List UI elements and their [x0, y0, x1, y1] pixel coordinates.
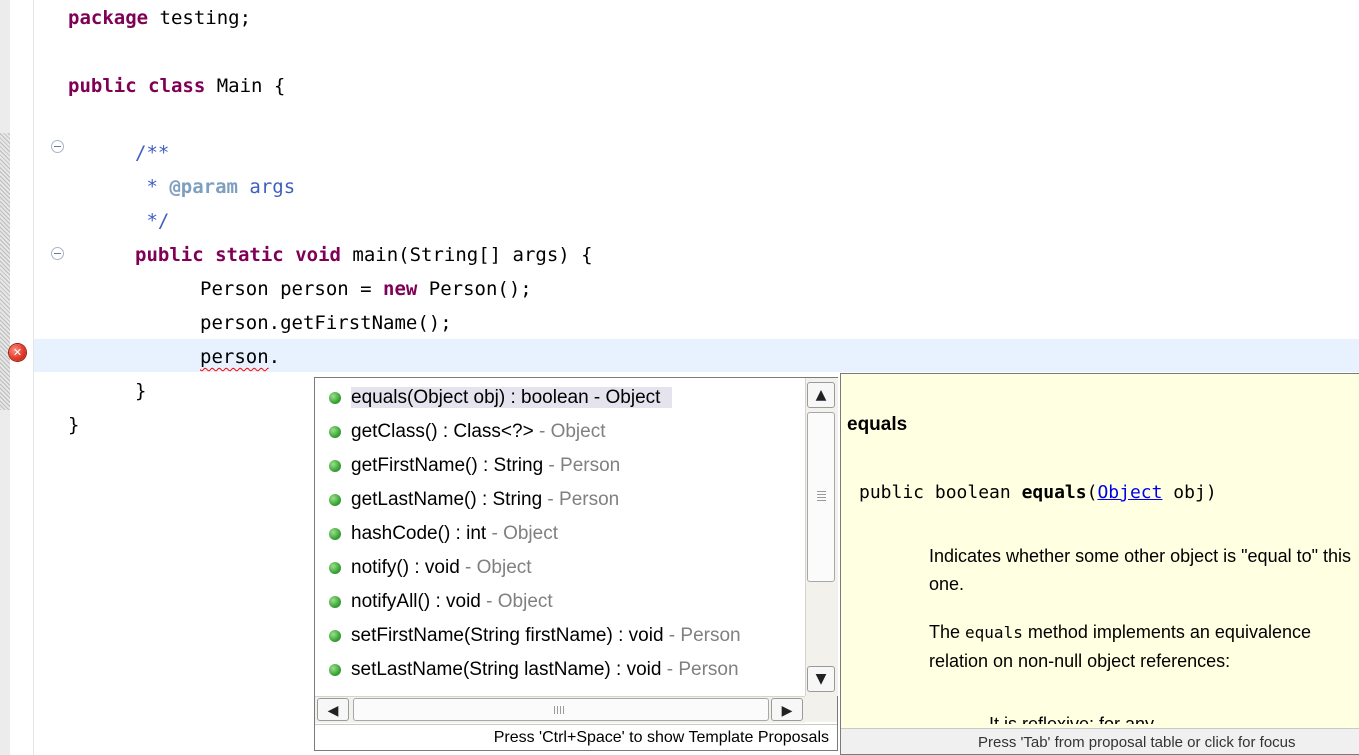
vertical-scroll-thumb[interactable]	[807, 412, 835, 582]
doc-code: equals	[965, 623, 1023, 642]
content-assist-popup: equals(Object obj) : boolean - Object ge…	[314, 377, 838, 751]
code-text: main(String[] args) {	[340, 244, 593, 266]
gutter-separator	[33, 0, 34, 755]
code-line-person-new[interactable]: Person person = new Person();	[200, 278, 532, 302]
thumb-grip	[817, 491, 826, 501]
proposal-label: notifyAll() : void	[351, 591, 481, 612]
code-text: testing;	[148, 7, 252, 29]
proposal-item-getfirstname[interactable]: getFirstName() : String - Person	[329, 451, 799, 481]
code-line-comment[interactable]: * @param args	[135, 176, 295, 200]
vertical-scrollbar[interactable]: ▲ ▼	[805, 378, 838, 696]
code-text: .	[268, 346, 281, 368]
comment-text: args	[237, 176, 296, 198]
keyword: public	[68, 75, 137, 97]
scroll-left-button[interactable]: ◀	[317, 698, 349, 721]
javadoc-popup[interactable]: equals public boolean equals(Object obj)…	[840, 373, 1359, 755]
doc-text: The	[929, 622, 966, 642]
proposal-label: getFirstName() : String	[351, 455, 544, 476]
code-line-close-brace[interactable]: }	[135, 380, 146, 404]
code-line-class[interactable]: public class Main {	[68, 75, 285, 99]
proposal-item-notify[interactable]: notify() : void - Object	[329, 553, 799, 583]
proposal-item-equals[interactable]: equals(Object obj) : boolean - Object	[329, 383, 799, 413]
doc-paragraph: Indicates whether some other object is "…	[929, 546, 1352, 594]
doc-signature: public boolean equals(Object obj)	[859, 482, 1217, 503]
error-underlined-text: person	[200, 346, 269, 368]
proposal-item-setfirstname[interactable]: setFirstName(String firstName) : void - …	[329, 621, 799, 651]
public-method-icon	[329, 562, 341, 574]
object-type-link[interactable]: Object	[1097, 482, 1162, 503]
proposal-label: getClass() : Class<?>	[351, 421, 534, 442]
scroll-down-button[interactable]: ▼	[807, 666, 835, 692]
keyword: void	[295, 244, 341, 266]
proposal-owner: - Object	[486, 523, 558, 544]
proposal-owner: - Object	[459, 557, 532, 578]
scrollbar-corner	[805, 696, 837, 722]
keyword: new	[383, 278, 418, 300]
code-text: Main {	[205, 75, 286, 97]
doc-title: equals	[847, 414, 908, 435]
error-x-icon[interactable]: ✕	[9, 344, 26, 361]
proposal-label: setLastName(String lastName) : void	[351, 659, 662, 680]
public-method-icon	[329, 460, 341, 472]
proposal-label: getLastName() : String	[351, 489, 543, 510]
doc-paragraph: The equals method implements an equivale…	[929, 618, 1359, 675]
signature-text: obj)	[1162, 482, 1217, 503]
code-line-main[interactable]: public static void main(String[] args) {	[135, 244, 593, 268]
proposal-label: notify() : void	[351, 557, 460, 578]
keyword: package	[68, 7, 149, 29]
horizontal-scrollbar[interactable]: ◀ ▶	[315, 696, 805, 723]
proposal-item-getlastname[interactable]: getLastName() : String - Person	[329, 485, 799, 515]
proposal-owner: - Object	[533, 421, 606, 442]
proposal-item-hashcode[interactable]: hashCode() : int - Object	[329, 519, 799, 549]
code-line-current[interactable]: person.	[200, 346, 280, 370]
scroll-up-button[interactable]: ▲	[807, 382, 835, 408]
public-method-icon	[329, 596, 341, 608]
proposal-owner: - Person	[663, 625, 741, 646]
fold-collapse-icon[interactable]	[51, 140, 64, 153]
overview-ruler[interactable]	[0, 0, 10, 755]
signature-method-name: equals	[1021, 482, 1087, 503]
code-line-getfirstname[interactable]: person.getFirstName();	[200, 312, 452, 336]
proposal-owner: - Object	[480, 591, 553, 612]
public-method-icon	[329, 494, 341, 506]
proposal-owner: - Person	[661, 659, 739, 680]
proposal-owner: - Person	[543, 455, 621, 476]
proposal-list[interactable]: equals(Object obj) : boolean - Object ge…	[315, 378, 805, 696]
code-line-comment[interactable]: */	[135, 210, 169, 234]
public-method-icon	[329, 630, 341, 642]
code-text: Person();	[417, 278, 532, 300]
proposal-status-text: Press 'Ctrl+Space' to show Template Prop…	[315, 724, 837, 750]
public-method-icon	[329, 426, 341, 438]
proposal-label: equals(Object obj) : boolean - Object	[351, 387, 673, 408]
keyword: class	[148, 75, 206, 97]
code-text: Person person =	[200, 278, 384, 300]
proposal-owner: - Person	[542, 489, 620, 510]
thumb-grip	[554, 706, 564, 714]
public-method-icon	[329, 392, 341, 404]
javadoc-tag: @param	[169, 176, 238, 198]
proposal-label: hashCode() : int	[351, 523, 487, 544]
public-method-icon	[329, 664, 341, 676]
public-method-icon	[329, 528, 341, 540]
horizontal-scroll-thumb[interactable]	[353, 698, 769, 721]
code-line-package[interactable]: package testing;	[68, 7, 251, 31]
ruler-selection-range	[0, 133, 10, 410]
keyword: static	[215, 244, 284, 266]
code-line-close-brace[interactable]: }	[68, 414, 79, 438]
doc-status-text: Press 'Tab' from proposal table or click…	[841, 728, 1359, 754]
proposal-item-notifyall[interactable]: notifyAll() : void - Object	[329, 587, 799, 617]
doc-clipped-text: It is reflexive: for any non-null	[989, 714, 1155, 724]
signature-text: public boolean	[859, 482, 1022, 503]
proposal-item-setlastname[interactable]: setLastName(String lastName) : void - Pe…	[329, 655, 799, 685]
proposal-label: setFirstName(String firstName) : void	[351, 625, 664, 646]
fold-collapse-icon[interactable]	[51, 247, 64, 260]
code-line-comment[interactable]: /**	[135, 142, 169, 166]
signature-text: (	[1086, 482, 1098, 503]
proposal-item-getclass[interactable]: getClass() : Class<?> - Object	[329, 417, 799, 447]
comment-text: *	[135, 176, 170, 198]
scroll-right-button[interactable]: ▶	[771, 698, 803, 721]
keyword: public	[135, 244, 204, 266]
